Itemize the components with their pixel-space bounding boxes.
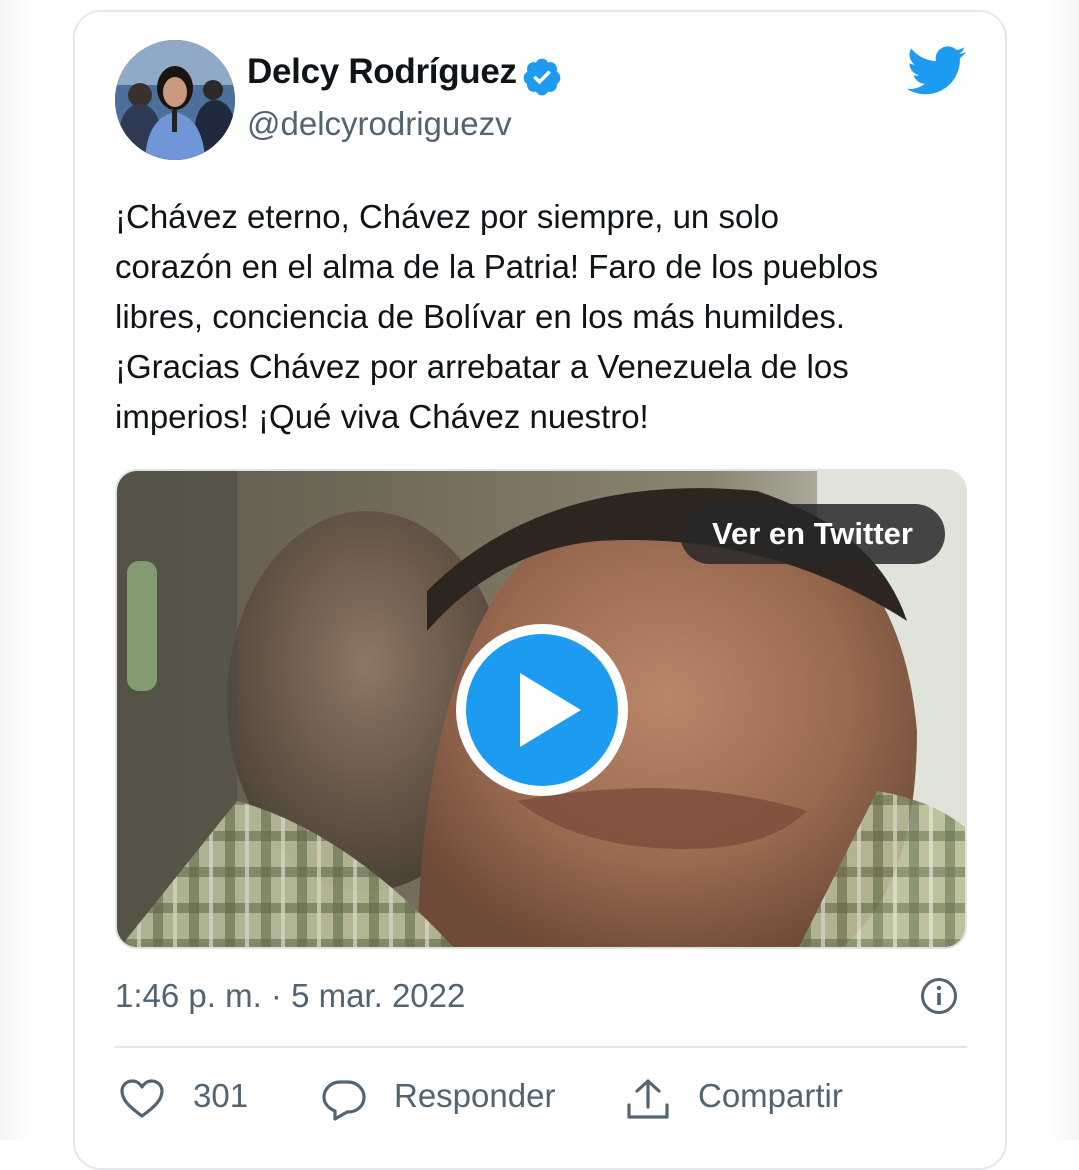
share-button[interactable]: Compartir bbox=[624, 1072, 884, 1126]
tweet-text-line: ¡Chávez eterno, Chávez por siempre, un s… bbox=[115, 198, 779, 235]
video-player[interactable]: Ver en Twitter bbox=[115, 469, 967, 949]
view-on-twitter-button[interactable]: Ver en Twitter bbox=[680, 504, 945, 564]
tweet-text-line: imperios! ¡Qué viva Chávez nuestro! bbox=[115, 398, 649, 435]
like-button[interactable]: 301 bbox=[118, 1072, 268, 1126]
verified-icon bbox=[523, 58, 561, 96]
reply-button[interactable]: Responder bbox=[320, 1072, 590, 1126]
tweet-text: ¡Chávez eterno, Chávez por siempre, un s… bbox=[115, 192, 975, 442]
avatar[interactable] bbox=[115, 40, 235, 160]
page-gutter-left bbox=[0, 0, 30, 1140]
twitter-bird-icon[interactable] bbox=[907, 45, 967, 97]
tweet-text-line: ¡Gracias Chávez por arrebatar a Venezuel… bbox=[115, 348, 849, 385]
like-count: 301 bbox=[193, 1077, 249, 1114]
divider bbox=[115, 1046, 967, 1048]
play-icon[interactable] bbox=[453, 621, 631, 799]
reply-icon bbox=[322, 1080, 366, 1121]
page-gutter-right bbox=[1049, 0, 1079, 1140]
share-icon bbox=[627, 1079, 669, 1119]
share-label: Compartir bbox=[698, 1077, 843, 1114]
tweet-text-line: libres, conciencia de Bolívar en los más… bbox=[115, 298, 846, 335]
tweet-timestamp[interactable]: 1:46 p. m. · 5 mar. 2022 bbox=[115, 977, 465, 1015]
info-icon[interactable] bbox=[919, 976, 959, 1016]
tweet-text-line: corazón en el alma de la Patria! Faro de… bbox=[115, 248, 879, 285]
author-name[interactable]: Delcy Rodríguez bbox=[247, 52, 517, 92]
reply-label: Responder bbox=[394, 1077, 556, 1114]
heart-icon bbox=[120, 1079, 164, 1118]
author-handle[interactable]: @delcyrodriguezv bbox=[247, 105, 512, 143]
